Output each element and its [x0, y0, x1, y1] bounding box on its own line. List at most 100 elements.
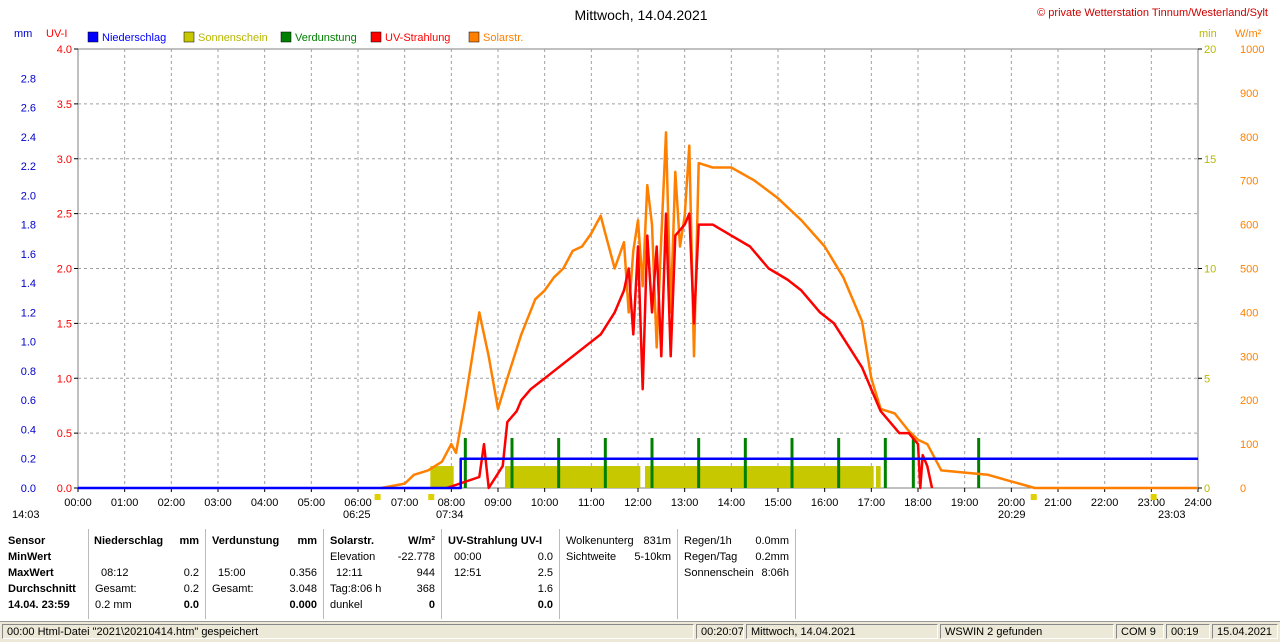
evap-max-time: 15:00 — [218, 567, 246, 579]
uvi-tick-label: 2.5 — [57, 209, 72, 221]
evap-total-value: 3.048 — [289, 583, 317, 595]
legend-swatch — [87, 31, 99, 43]
mm-tick-label: 0.6 — [21, 395, 36, 407]
mm-tick-label: 2.0 — [21, 190, 36, 202]
min-tick-label: 5 — [1204, 373, 1210, 385]
wm2-tick-label: 1000 — [1240, 44, 1264, 56]
legend-swatch — [370, 31, 382, 43]
status-file: 00:00 Html-Datei "2021\20210414.htm" ges… — [2, 624, 694, 639]
uv-max-time: 12:51 — [454, 567, 482, 579]
solar-elevation-label: Elevation — [330, 551, 376, 563]
sensor-min-label: MinWert — [8, 551, 52, 563]
solar-max-time: 12:11 — [336, 567, 363, 579]
x-tick-label: 08:00 — [438, 497, 466, 509]
min-tick-label: 20 — [1204, 44, 1216, 56]
mm-tick-label: 1.6 — [21, 249, 36, 261]
sun-marker-icon — [1150, 494, 1157, 500]
x-tick-label: 11:00 — [578, 497, 605, 509]
wm2-tick-label: 0 — [1240, 483, 1246, 495]
legend-swatch — [183, 31, 195, 43]
uv-avg2-value: 0.0 — [537, 599, 553, 611]
uv-min-time: 00:00 — [454, 551, 482, 563]
weather-chart: Mittwoch, 14.04.2021 © private Wettersta… — [12, 7, 1268, 521]
panel-solar: Solarstr. W/m² Elevation -22.778 12:11 9… — [324, 529, 442, 619]
min-tick-label: 10 — [1204, 264, 1216, 276]
legend: Niederschlag Sonnenschein Verdunstung UV-St… — [87, 31, 523, 44]
x-tick-label: 10:00 — [531, 497, 559, 509]
rain-unit: mm — [179, 535, 199, 547]
panel-sensor: Sensor MinWert MaxWert Durchschnitt 14.0… — [0, 529, 89, 619]
evap-header: Verdunstung — [212, 535, 280, 547]
x-tick-label: 13:00 — [671, 497, 699, 509]
rain-1h-label: Regen/1h — [684, 535, 732, 547]
sensor-date: 14.04. 23:59 — [8, 599, 70, 611]
uvi-tick-label: 1.0 — [57, 373, 72, 385]
x-tick-label: 14:00 — [718, 497, 746, 509]
legend-swatch — [280, 31, 292, 43]
unit-wm2: W/m² — [1235, 28, 1262, 40]
marker-first-sun: 07:34 — [436, 509, 464, 521]
x-tick-label: 07:00 — [391, 497, 419, 509]
rain-max-time: 08:12 — [101, 567, 129, 579]
unit-mm: mm — [14, 28, 32, 40]
evap-unit: mm — [297, 535, 317, 547]
x-tick-label: 17:00 — [858, 497, 886, 509]
wm2-tick-label: 900 — [1240, 88, 1258, 100]
sensor-avg-label: Durchschnitt — [8, 583, 76, 595]
visibility-label: Sichtweite — [566, 551, 617, 563]
chart-title: Mittwoch, 14.04.2021 — [574, 7, 707, 23]
x-tick-label: 05:00 — [298, 497, 326, 509]
x-tick-label: 00:00 — [64, 497, 92, 509]
x-tick-label: 16:00 — [811, 497, 839, 509]
solar-line — [381, 131, 1198, 490]
x-tick-label: 02:00 — [158, 497, 186, 509]
solar-dark-value: 0 — [428, 599, 435, 611]
min-tick-label: 0 — [1204, 483, 1210, 495]
rain-max-value: 0.2 — [183, 567, 199, 579]
legend-label: UV-Strahlung — [385, 32, 450, 44]
evap-avg-value: 0.000 — [289, 599, 317, 611]
sun-marker-icon — [374, 494, 381, 500]
mm-tick-label: 0.2 — [21, 454, 36, 466]
sun-marker-icon — [1030, 494, 1037, 500]
unit-uvi: UV-I — [46, 28, 67, 40]
uvi-tick-label: 0.0 — [57, 483, 72, 495]
marker-left: 14:03 — [12, 509, 40, 521]
rain-total-value: 0.2 — [183, 583, 199, 595]
sensor-max-label: MaxWert — [8, 567, 54, 579]
rain-avg-label: 0.2 mm — [95, 599, 132, 611]
mm-tick-label: 0.0 — [21, 483, 36, 495]
status-bar: 00:00 Html-Datei "2021\20210414.htm" ges… — [0, 621, 1280, 642]
uvi-tick-label: 3.0 — [57, 154, 72, 166]
solar-day-label: Tag:8:06 h — [330, 583, 382, 595]
status-com: COM 9 — [1116, 624, 1164, 639]
mm-tick-label: 2.4 — [21, 132, 36, 144]
rain-total-label: Gesamt: — [95, 583, 137, 595]
solar-header: Solarstr. — [330, 535, 375, 547]
uv-max-value: 2.5 — [537, 567, 553, 579]
wm2-tick-label: 200 — [1240, 395, 1258, 407]
time-markers: 14:03 06:25 07:34 20:29 23:03 — [12, 509, 1186, 521]
evap-total-label: Gesamt: — [212, 583, 254, 595]
uvi-tick-label: 3.5 — [57, 99, 72, 111]
wm2-tick-label: 300 — [1240, 351, 1258, 363]
wm2-tick-label: 100 — [1240, 439, 1258, 451]
wm2-tick-label: 800 — [1240, 132, 1258, 144]
mm-tick-label: 0.8 — [21, 366, 36, 378]
legend-label: Verdunstung — [295, 32, 357, 44]
x-tick-label: 09:00 — [484, 497, 512, 509]
sensor-header: Sensor — [8, 535, 46, 547]
status-time: 00:20:07 — [696, 624, 744, 639]
mm-tick-label: 2.6 — [21, 103, 36, 115]
x-tick-label: 06:00 — [344, 497, 372, 509]
legend-label: Solarstr. — [483, 32, 523, 44]
uvi-tick-label: 1.5 — [57, 318, 72, 330]
solar-day-value: 368 — [416, 583, 435, 595]
uv-header: UV-Strahlung UV-I — [448, 535, 543, 547]
x-tick-label: 01:00 — [111, 497, 139, 509]
uv-min-value: 0.0 — [537, 551, 553, 563]
legend-label: Niederschlag — [102, 32, 166, 44]
mm-tick-label: 1.2 — [21, 307, 36, 319]
panel-rainrate: Regen/1h 0.0mm Regen/Tag 0.2mm Sonnensch… — [678, 529, 796, 619]
copyright-label: © private Wetterstation Tinnum/Westerlan… — [1037, 7, 1268, 19]
